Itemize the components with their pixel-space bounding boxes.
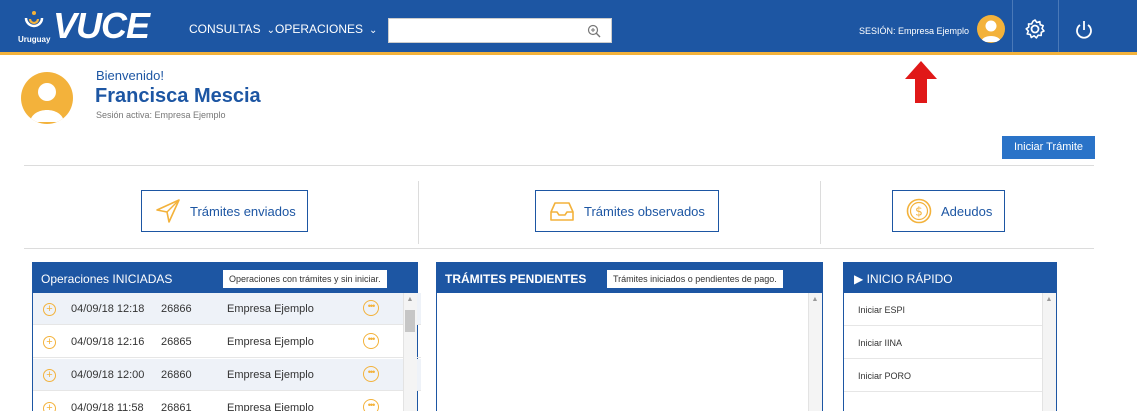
gear-icon[interactable] — [1024, 18, 1046, 40]
row-date: 04/09/18 12:00 — [71, 369, 145, 381]
dollar-coin-icon: $ — [906, 198, 932, 224]
scrollbar-thumb[interactable] — [405, 310, 415, 332]
scroll-up-icon[interactable]: ▲ — [808, 296, 822, 303]
row-number: 26866 — [161, 303, 192, 315]
table-row[interactable]: + 04/09/18 12:16 26865 Empresa Ejemplo •… — [33, 326, 421, 358]
quick-start-panel-title: ▶ INICIO RÁPIDO — [854, 272, 953, 286]
power-icon[interactable] — [1073, 19, 1095, 41]
red-up-arrow-icon — [905, 61, 937, 103]
user-icon — [981, 20, 1001, 42]
debts-button[interactable]: $ Adeudos — [892, 190, 1005, 232]
logo-wordmark: VUCE — [53, 5, 150, 46]
logo-country-label: Uruguay — [18, 35, 51, 44]
sun-emblem-icon — [24, 11, 44, 28]
summary-divider — [820, 181, 821, 244]
session-label: SESIÓN: Empresa Ejemplo — [859, 26, 970, 36]
user-icon — [30, 83, 64, 122]
row-date: 04/09/18 11:58 — [71, 402, 144, 411]
operations-panel-title: Operaciones INICIADAS — [41, 272, 173, 286]
start-procedure-button[interactable]: Iniciar Trámite — [1002, 136, 1095, 159]
user-name: Francisca Mescia — [95, 85, 261, 107]
row-number: 26861 — [161, 402, 192, 411]
welcome-avatar — [21, 72, 73, 124]
debts-label: Adeudos — [941, 203, 993, 219]
scrollbar[interactable] — [808, 293, 822, 411]
top-navbar: Uruguay VUCE CONSULTAS ⌄ OPERACIONES ⌄ SES… — [0, 0, 1137, 55]
quick-start-item-label: Iniciar ESPI — [858, 305, 906, 315]
row-company: Empresa Ejemplo — [227, 336, 314, 348]
operations-panel: Operaciones INICIADAS Operaciones con tr… — [32, 262, 421, 411]
welcome-greeting: Bienvenido! — [96, 68, 164, 83]
operations-panel-header: Operaciones INICIADAS Operaciones con tr… — [33, 263, 417, 293]
table-row[interactable]: + 04/09/18 11:58 26861 Empresa Ejemplo •… — [33, 392, 421, 411]
row-number: 26865 — [161, 336, 192, 348]
pending-panel-title: TRÁMITES PENDIENTES — [445, 272, 587, 286]
nav-consultas-label: CONSULTAS — [189, 22, 261, 36]
quick-start-item[interactable]: Iniciar ESPI — [844, 293, 1042, 326]
pending-panel-header: TRÁMITES PENDIENTES Trámites iniciados o… — [437, 263, 822, 293]
more-options-icon[interactable]: ••• — [363, 399, 379, 411]
nav-operaciones-label: OPERACIONES — [275, 22, 364, 36]
chevron-down-icon: ⌄ — [266, 25, 275, 36]
svg-text:$: $ — [915, 205, 923, 219]
expand-icon[interactable]: + — [43, 303, 56, 316]
sent-procedures-button[interactable]: Trámites enviados — [141, 190, 308, 232]
scroll-up-icon[interactable]: ▲ — [1042, 296, 1056, 303]
play-icon: ▶ — [854, 272, 864, 286]
search-input[interactable] — [388, 18, 612, 43]
search-icon[interactable] — [587, 24, 601, 38]
active-session-label: Sesión activa: Empresa Ejemplo — [96, 110, 226, 120]
navbar-divider — [1012, 0, 1013, 52]
quick-start-item-label: Iniciar PORO — [858, 371, 912, 381]
scrollbar[interactable] — [1042, 293, 1056, 411]
nav-consultas[interactable]: CONSULTAS ⌄ — [189, 22, 275, 36]
table-row[interactable]: + 04/09/18 12:00 26860 Empresa Ejemplo •… — [33, 359, 421, 391]
more-options-icon[interactable]: ••• — [363, 300, 379, 316]
observed-procedures-label: Trámites observados — [584, 203, 705, 219]
nav-operaciones[interactable]: OPERACIONES ⌄ — [275, 22, 377, 36]
pending-panel: TRÁMITES PENDIENTES Trámites iniciados o… — [436, 262, 823, 411]
summary-divider — [418, 181, 419, 244]
quick-start-panel-header: ▶ INICIO RÁPIDO — [844, 263, 1056, 293]
row-company: Empresa Ejemplo — [227, 369, 314, 381]
more-options-icon[interactable]: ••• — [363, 366, 379, 382]
chevron-down-icon: ⌄ — [369, 25, 378, 36]
user-avatar[interactable] — [977, 15, 1005, 43]
inbox-tray-icon — [550, 202, 574, 221]
row-date: 04/09/18 12:16 — [71, 336, 145, 348]
expand-icon[interactable]: + — [43, 369, 56, 382]
more-options-icon[interactable]: ••• — [363, 333, 379, 349]
expand-icon[interactable]: + — [43, 402, 56, 411]
table-row[interactable]: + 04/09/18 12:18 26866 Empresa Ejemplo •… — [33, 293, 421, 325]
scroll-up-icon[interactable]: ▲ — [403, 296, 417, 303]
quick-start-item[interactable]: Iniciar IINA — [844, 326, 1042, 359]
operations-panel-tag: Operaciones con trámites y sin iniciar. — [223, 270, 387, 288]
vuce-logo[interactable]: Uruguay VUCE — [18, 5, 150, 46]
sent-procedures-label: Trámites enviados — [190, 203, 296, 219]
row-company: Empresa Ejemplo — [227, 303, 314, 315]
row-date: 04/09/18 12:18 — [71, 303, 145, 315]
section-divider — [24, 248, 1094, 249]
quick-start-panel: ▶ INICIO RÁPIDO Iniciar ESPI Iniciar IIN… — [843, 262, 1057, 411]
quick-start-item-label: Iniciar IINA — [858, 338, 903, 348]
quick-start-title-text: INICIO RÁPIDO — [866, 272, 953, 286]
navbar-divider — [1058, 0, 1059, 52]
row-company: Empresa Ejemplo — [227, 402, 314, 411]
pending-panel-tag: Trámites iniciados o pendientes de pago. — [607, 270, 783, 288]
row-number: 26860 — [161, 369, 192, 381]
observed-procedures-button[interactable]: Trámites observados — [535, 190, 719, 232]
section-divider — [24, 165, 1094, 166]
paper-plane-icon — [156, 199, 180, 223]
expand-icon[interactable]: + — [43, 336, 56, 349]
quick-start-item[interactable]: Iniciar PORO — [844, 359, 1042, 392]
